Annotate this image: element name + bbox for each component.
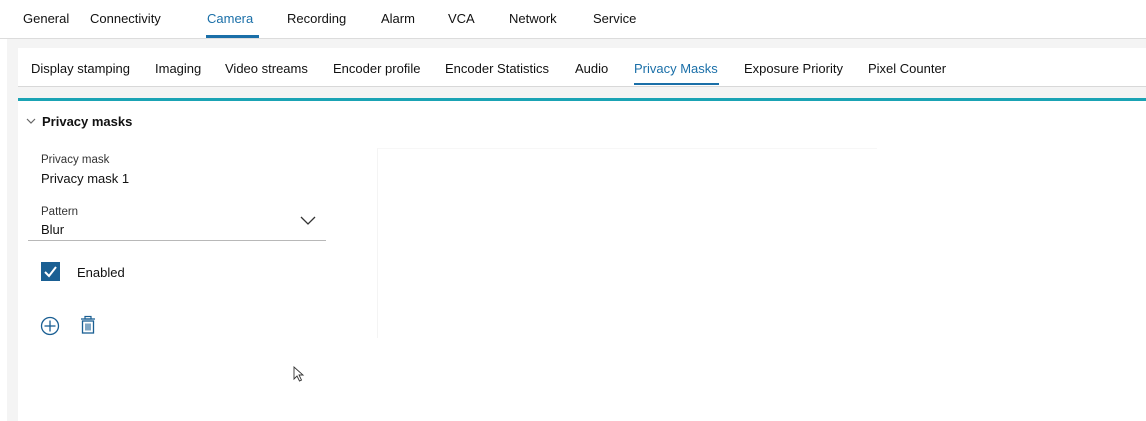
section-header-privacy-masks[interactable]: Privacy masks [24, 112, 132, 130]
sub-tab-encoder-profile[interactable]: Encoder profile [333, 61, 420, 76]
plus-circle-icon [40, 316, 60, 336]
sub-tab-privacy-masks[interactable]: Privacy Masks [634, 61, 718, 76]
sub-nav: Display stamping Imaging Video streams E… [18, 48, 1146, 87]
mask-preview-area[interactable] [377, 148, 877, 338]
top-tab-alarm[interactable]: Alarm [381, 11, 415, 26]
add-mask-button[interactable] [40, 316, 60, 336]
mouse-cursor-icon [293, 366, 305, 382]
top-tab-recording[interactable]: Recording [287, 11, 346, 26]
chevron-down-icon [26, 118, 36, 124]
privacy-mask-value: Privacy mask 1 [41, 171, 130, 186]
delete-mask-button[interactable] [78, 315, 98, 335]
top-tab-general[interactable]: General [23, 11, 69, 26]
sub-tab-active-indicator [634, 83, 719, 85]
sub-tab-imaging[interactable]: Imaging [155, 61, 201, 76]
top-tab-active-indicator [206, 35, 259, 38]
top-nav: General Connectivity Camera Recording Al… [0, 0, 1146, 39]
top-tab-vca[interactable]: VCA [448, 11, 475, 26]
top-tab-network[interactable]: Network [509, 11, 557, 26]
top-tab-camera[interactable]: Camera [207, 11, 253, 26]
pattern-value: Blur [41, 222, 65, 237]
trash-icon [81, 315, 95, 334]
pattern-label: Pattern [41, 206, 79, 218]
top-tab-service[interactable]: Service [593, 11, 636, 26]
sub-tab-encoder-statistics[interactable]: Encoder Statistics [445, 61, 549, 76]
checkmark-icon [44, 266, 57, 278]
enabled-checkbox[interactable] [41, 262, 60, 281]
enabled-label: Enabled [77, 265, 125, 280]
privacy-mask-label: Privacy mask [41, 154, 110, 166]
sub-tab-display-stamping[interactable]: Display stamping [31, 61, 130, 76]
sub-tab-video-streams[interactable]: Video streams [225, 61, 308, 76]
sub-tab-exposure-priority[interactable]: Exposure Priority [744, 61, 843, 76]
sub-tab-audio[interactable]: Audio [575, 61, 608, 76]
top-tab-connectivity[interactable]: Connectivity [90, 11, 161, 26]
section-title: Privacy masks [42, 113, 133, 129]
sub-tab-pixel-counter[interactable]: Pixel Counter [868, 61, 946, 76]
chevron-down-icon [300, 216, 316, 225]
